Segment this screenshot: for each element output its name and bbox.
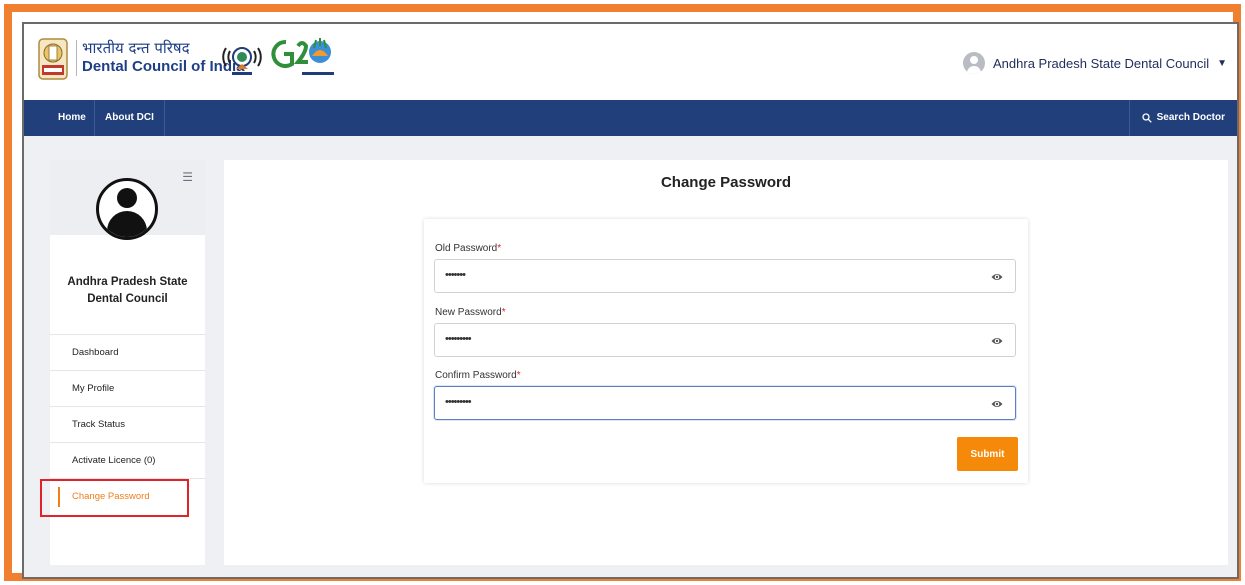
brand-hindi-name: भारतीय दन्त परिषद <box>82 39 190 57</box>
profile-avatar-icon <box>96 178 158 240</box>
azadi-amrit-mahotsav-logo <box>222 47 262 75</box>
eye-icon[interactable] <box>991 271 1003 283</box>
main-navigation: Home About DCI Search Doctor <box>24 100 1237 136</box>
screenshot-frame: भारतीय दन्त परिषद Dental Council of Indi… <box>4 4 1241 581</box>
old-password-label: Old Password* <box>435 243 502 254</box>
nav-about-dci[interactable]: About DCI <box>94 100 165 136</box>
user-name: Andhra Pradesh State Dental Council <box>993 55 1210 71</box>
sidebar-item-my-profile[interactable]: My Profile <box>50 370 205 406</box>
old-password-value: ••••••• <box>445 269 466 281</box>
dci-emblem-logo[interactable] <box>38 38 68 80</box>
new-password-label: New Password* <box>435 307 506 318</box>
search-doctor-label: Search Doctor <box>1156 112 1225 123</box>
new-password-value: ••••••••• <box>445 333 472 345</box>
page-title: Change Password <box>660 174 792 191</box>
confirm-password-label: Confirm Password* <box>435 370 521 381</box>
main-panel: Change Password Old Password* ••••••• Ne… <box>224 160 1228 565</box>
app-window: भारतीय दन्त परिषद Dental Council of Indi… <box>22 22 1239 579</box>
new-password-field[interactable]: ••••••••• <box>434 323 1016 357</box>
search-icon <box>1141 113 1152 123</box>
eye-icon[interactable] <box>991 398 1003 410</box>
confirm-password-field[interactable]: ••••••••• <box>434 386 1016 420</box>
brand-divider <box>76 40 77 76</box>
user-menu[interactable]: Andhra Pradesh State Dental Council ▼ <box>963 52 1227 74</box>
nav-home[interactable]: Home <box>48 100 96 136</box>
change-password-form: Old Password* ••••••• New Password* ••••… <box>424 219 1028 483</box>
search-doctor-button[interactable]: Search Doctor <box>1128 100 1237 136</box>
sidebar-item-dashboard[interactable]: Dashboard <box>50 334 205 370</box>
chevron-down-icon: ▼ <box>1217 57 1227 69</box>
eye-icon[interactable] <box>991 335 1003 347</box>
old-password-field[interactable]: ••••••• <box>434 259 1016 293</box>
collapse-menu-icon[interactable]: ☰ <box>182 170 193 184</box>
g20-logo <box>271 38 334 75</box>
sidebar-item-track-status[interactable]: Track Status <box>50 406 205 442</box>
sidebar-org-name: Andhra Pradesh State Dental Council <box>67 276 188 305</box>
sidebar-item-activate-licence[interactable]: Activate Licence (0) <box>50 442 205 478</box>
highlight-annotation <box>40 479 189 517</box>
submit-button[interactable]: Submit <box>957 437 1018 471</box>
user-avatar-icon <box>963 52 986 74</box>
header: भारतीय दन्त परिषद Dental Council of Indi… <box>24 24 1237 100</box>
confirm-password-value: ••••••••• <box>445 396 472 408</box>
